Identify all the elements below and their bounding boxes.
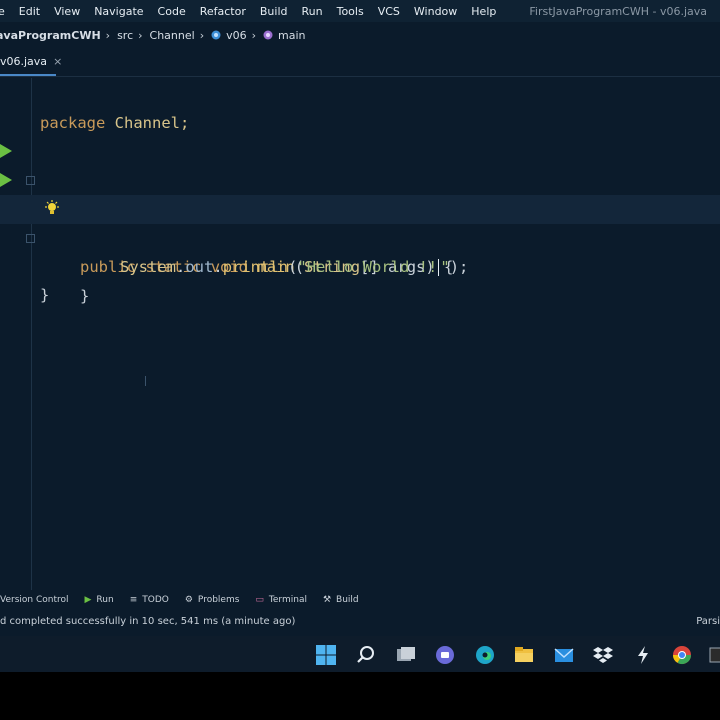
breadcrumb-class-label: v06 (226, 28, 247, 42)
menu-navigate[interactable]: Navigate (87, 5, 150, 18)
tool-label: Run (96, 595, 114, 605)
breadcrumb-class[interactable]: v06 (211, 29, 247, 42)
tab-label: v06.java (0, 55, 48, 68)
menu-code[interactable]: Code (151, 5, 193, 18)
tool-label: TODO (142, 595, 169, 605)
menu-bar: e Edit View Navigate Code Refactor Build… (0, 0, 720, 22)
menu-refactor[interactable]: Refactor (193, 5, 253, 18)
tool-label: Terminal (268, 595, 307, 605)
tool-window-bar: Version Control ▶ Run ≡ TODO ⚙ Problems ▭ Te… (0, 590, 720, 610)
file-explorer-icon[interactable] (513, 644, 535, 666)
package-name: Channel; (105, 114, 190, 132)
keyword: package (40, 114, 106, 132)
tool-terminal[interactable]: ▭ Terminal (255, 595, 307, 605)
code-line-5: System.out.println("Hello World !! "); (0, 195, 720, 276)
tool-todo[interactable]: ≡ TODO (130, 595, 169, 605)
menu-file[interactable]: e (0, 5, 12, 18)
editor-tab-bar: v06.java × (0, 49, 720, 77)
os-taskbar (0, 636, 720, 672)
status-bar: d completed successfully in 10 sec, 541 … (0, 612, 720, 630)
chevron-right-icon: › (251, 28, 257, 42)
todo-icon: ≡ (129, 595, 138, 605)
letterbox-bar (0, 672, 720, 720)
menu-window[interactable]: Window (407, 5, 464, 18)
status-message[interactable]: d completed successfully in 10 sec, 541 … (0, 616, 295, 627)
dropbox-icon[interactable] (592, 644, 614, 666)
problems-icon: ⚙ (184, 595, 193, 605)
tool-problems[interactable]: ⚙ Problems (185, 595, 240, 605)
lightbulb-icon[interactable] (44, 200, 60, 218)
menu-help[interactable]: Help (464, 5, 503, 18)
terminal-icon: ▭ (255, 595, 264, 605)
task-view-icon[interactable] (395, 644, 417, 666)
breadcrumb-src[interactable]: src (117, 29, 133, 42)
chrome-icon[interactable] (671, 644, 693, 666)
chevron-right-icon: › (105, 28, 111, 42)
menu-tools[interactable]: Tools (330, 5, 371, 18)
terminal-icon[interactable] (708, 644, 720, 666)
menu-run[interactable]: Run (295, 5, 330, 18)
breadcrumb: avaProgramCWH › src › Channel › v06 › ma… (0, 24, 720, 46)
code-line-1: package Channel; (0, 80, 720, 132)
menu-edit[interactable]: Edit (12, 5, 47, 18)
chat-icon[interactable] (434, 644, 456, 666)
intellij-icon[interactable] (632, 644, 654, 666)
windows-start-icon[interactable] (315, 644, 337, 666)
class-icon (211, 30, 221, 40)
window-title: FirstJavaProgramCWH - v06.java (529, 4, 707, 18)
status-right: Parsi (696, 615, 720, 627)
tab-v06-java[interactable]: v06.java × (0, 49, 62, 76)
brace: } (80, 287, 90, 305)
chevron-right-icon: › (199, 28, 205, 42)
mouse-text-cursor (145, 376, 146, 386)
breadcrumb-method[interactable]: main (263, 28, 306, 42)
code-line-4: public static void main(String[] args) { (0, 166, 720, 276)
breadcrumb-method-label: main (278, 28, 306, 42)
fold-icon[interactable] (26, 234, 35, 243)
run-gutter-icon[interactable] (0, 173, 12, 187)
tool-run[interactable]: ▶ Run (85, 595, 114, 605)
code-line-6: } (0, 224, 720, 305)
tool-build[interactable]: ⚒ Build (323, 595, 359, 605)
menu-view[interactable]: View (47, 5, 87, 18)
breadcrumb-project[interactable]: avaProgramCWH (0, 29, 101, 42)
tool-label: Problems (197, 595, 240, 605)
menu-vcs[interactable]: VCS (371, 5, 407, 18)
tool-label: Version Control (0, 595, 69, 605)
close-icon[interactable]: × (53, 55, 62, 68)
mail-icon[interactable] (553, 644, 575, 666)
fold-icon[interactable] (26, 176, 35, 185)
tool-version-control[interactable]: Version Control (0, 595, 69, 605)
edge-icon[interactable] (474, 644, 496, 666)
search-icon[interactable] (355, 644, 377, 666)
run-gutter-icon[interactable] (0, 144, 12, 158)
build-icon: ⚒ (322, 595, 332, 605)
code-line-7: } (0, 252, 720, 304)
code-line-3: public class v06 { (0, 137, 720, 218)
code-editor[interactable]: package Channel; public class v06 { publ… (0, 80, 720, 590)
menu-build[interactable]: Build (253, 5, 295, 18)
brace: } (40, 286, 50, 304)
breadcrumb-package[interactable]: Channel (150, 29, 195, 42)
method-icon (263, 30, 273, 40)
run-icon: ▶ (84, 595, 92, 605)
tool-label: Build (336, 595, 359, 605)
chevron-right-icon: › (138, 28, 143, 42)
